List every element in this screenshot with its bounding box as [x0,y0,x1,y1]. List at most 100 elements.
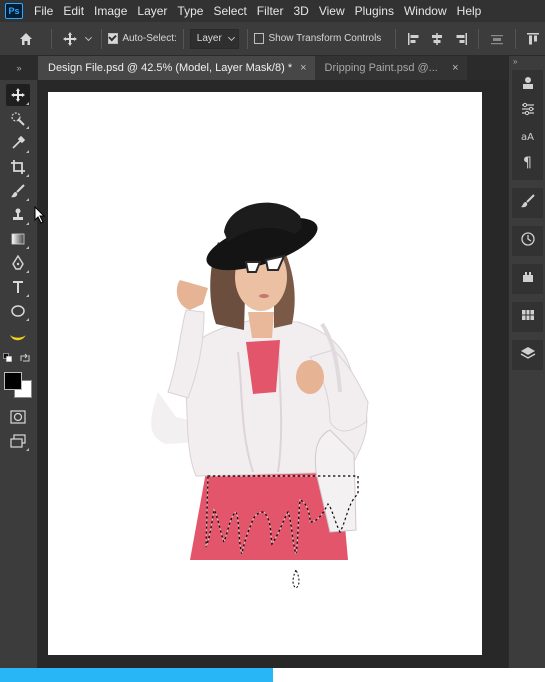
quick-selection-tool[interactable] [6,108,30,130]
tab-label: Design File.psd @ 42.5% (Model, Layer Ma… [48,62,293,74]
paragraph-icon[interactable]: ¶ [512,148,543,174]
menu-type[interactable]: Type [172,0,208,22]
plugin-icon[interactable] [512,264,543,290]
panel-group-brushes [512,188,543,218]
brush-tool[interactable] [6,180,30,202]
tab-design-file[interactable]: Design File.psd @ 42.5% (Model, Layer Ma… [38,56,315,80]
menu-window[interactable]: Window [399,0,452,22]
move-tool[interactable] [6,84,30,106]
align-right-icon[interactable] [449,27,472,51]
history-icon[interactable] [512,226,543,252]
banana-icon [10,335,26,341]
auto-select-label: Auto-Select: [122,33,177,44]
distribute-icon[interactable] [485,27,508,51]
photoshop-logo[interactable]: Ps [5,3,23,19]
brush-icon [11,184,25,198]
quick-mask-button[interactable] [6,406,30,428]
eyedropper-tool[interactable] [6,132,30,154]
toolbar-collapse-icon[interactable]: » [0,56,38,80]
panel-group-actions [512,264,543,294]
show-transform-label: Show Transform Controls [268,33,382,44]
svg-text:¶: ¶ [523,155,532,169]
align-top-icon[interactable] [522,27,545,51]
type-icon [13,281,23,293]
menu-select[interactable]: Select [208,0,251,22]
separator [182,28,184,49]
document-canvas[interactable] [48,92,482,655]
screen-mode-button[interactable] [6,430,30,452]
mouse-cursor-icon [34,206,46,224]
menu-layer[interactable]: Layer [132,0,172,22]
libraries-icon[interactable] [512,70,543,96]
menu-view[interactable]: View [314,0,350,22]
panel-group-properties: aA ¶ [512,70,543,180]
ellipse-tool[interactable] [6,300,30,322]
panel-group-layers [512,340,543,370]
model-photo [151,202,369,589]
pen-tool[interactable] [6,252,30,274]
brush-settings-icon[interactable] [512,188,543,214]
separator [51,28,53,49]
align-left-icon[interactable] [402,27,425,51]
crop-tool[interactable] [6,156,30,178]
pen-icon [12,255,24,270]
separator [478,28,480,49]
tab-label: Dripping Paint.psd @... [324,62,438,74]
auto-select-target-value: Layer [196,33,222,44]
crop-icon [11,160,25,174]
panel-group-swatches [512,302,543,332]
right-panel-dock: » aA ¶ [508,56,545,668]
align-center-icon[interactable] [426,27,449,51]
menu-bar: Ps File Edit Image Layer Type Select Fil… [0,0,545,22]
progress-bar [0,668,545,682]
separator [100,28,102,49]
clone-stamp-icon [13,208,23,220]
tools-panel [0,80,38,668]
tab-dripping-paint[interactable]: Dripping Paint.psd @... × [314,56,467,80]
separator [395,28,397,49]
adjustments-icon[interactable] [512,96,543,122]
menu-image[interactable]: Image [89,0,132,22]
document-workspace [38,80,508,668]
eyedropper-icon [12,135,26,149]
separator [514,28,516,49]
swatches-icon[interactable] [512,302,543,328]
show-transform-checkbox[interactable] [253,33,265,44]
options-bar: Auto-Select: Layer Show Transform Contro… [0,22,545,56]
panel-group-history [512,226,543,256]
auto-select-checkbox[interactable] [107,33,119,44]
separator [246,28,248,49]
svg-text:aA: aA [521,132,534,143]
menu-filter[interactable]: Filter [252,0,289,22]
menu-file[interactable]: File [29,0,58,22]
menu-3d[interactable]: 3D [288,0,313,22]
layers-icon[interactable] [512,340,543,366]
default-colors-icon[interactable] [2,352,16,364]
gradient-icon [11,233,25,245]
menu-help[interactable]: Help [452,0,487,22]
close-icon[interactable]: × [452,62,458,74]
menu-plugins[interactable]: Plugins [350,0,399,22]
swap-colors-icon[interactable] [18,352,32,364]
menu-edit[interactable]: Edit [58,0,89,22]
quick-mask-icon [10,410,26,424]
progress-fill [0,668,273,682]
move-icon [11,88,25,102]
gradient-tool[interactable] [6,228,30,250]
foreground-color-swatch[interactable] [4,372,22,390]
character-icon[interactable]: aA [512,122,543,148]
chevron-down-icon [227,33,235,41]
chevron-down-icon[interactable] [84,33,92,41]
panel-collapse-icon[interactable]: » [509,56,545,68]
clone-stamp-tool[interactable] [6,204,30,226]
document-tabs: » Design File.psd @ 42.5% (Model, Layer … [0,56,545,80]
home-icon[interactable] [14,27,37,51]
move-tool-preset-icon[interactable] [58,27,81,51]
quick-selection-icon [11,112,25,126]
type-tool[interactable] [6,276,30,298]
banana-tool[interactable] [6,326,30,348]
auto-select-target-dropdown[interactable]: Layer [189,28,239,49]
ellipse-icon [11,305,25,317]
close-icon[interactable]: × [300,62,306,74]
screen-mode-icon [10,434,26,448]
